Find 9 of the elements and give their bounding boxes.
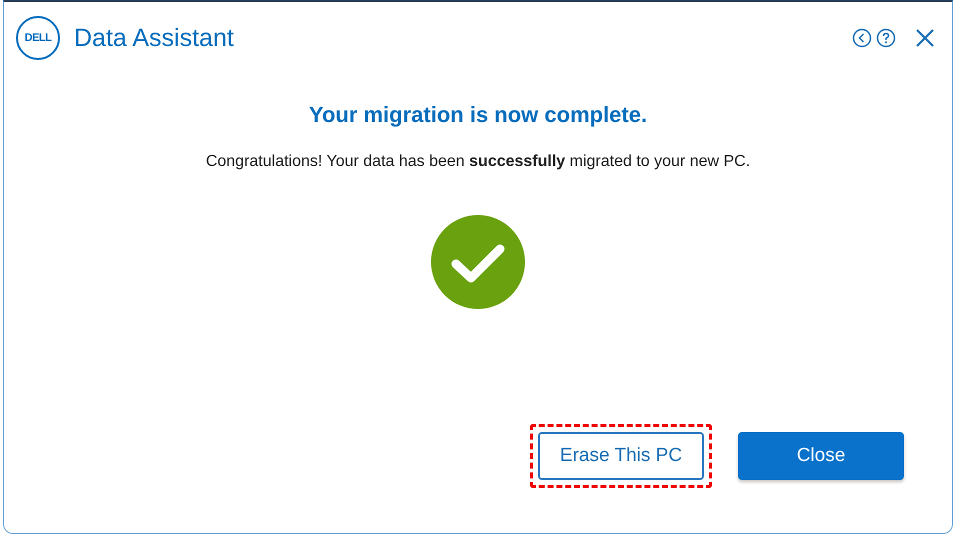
window-title: Data Assistant [74,24,234,52]
help-icon[interactable] [876,28,896,48]
close-button[interactable]: Close [738,432,904,480]
close-icon[interactable] [916,29,934,47]
message: Congratulations! Your data has been successfully migrated to your new PC. [204,153,752,171]
erase-button[interactable]: Erase This PC [538,432,704,480]
dell-logo: DELL [16,16,60,60]
back-icon[interactable] [852,28,872,48]
heading: Your migration is now complete. [308,102,648,128]
